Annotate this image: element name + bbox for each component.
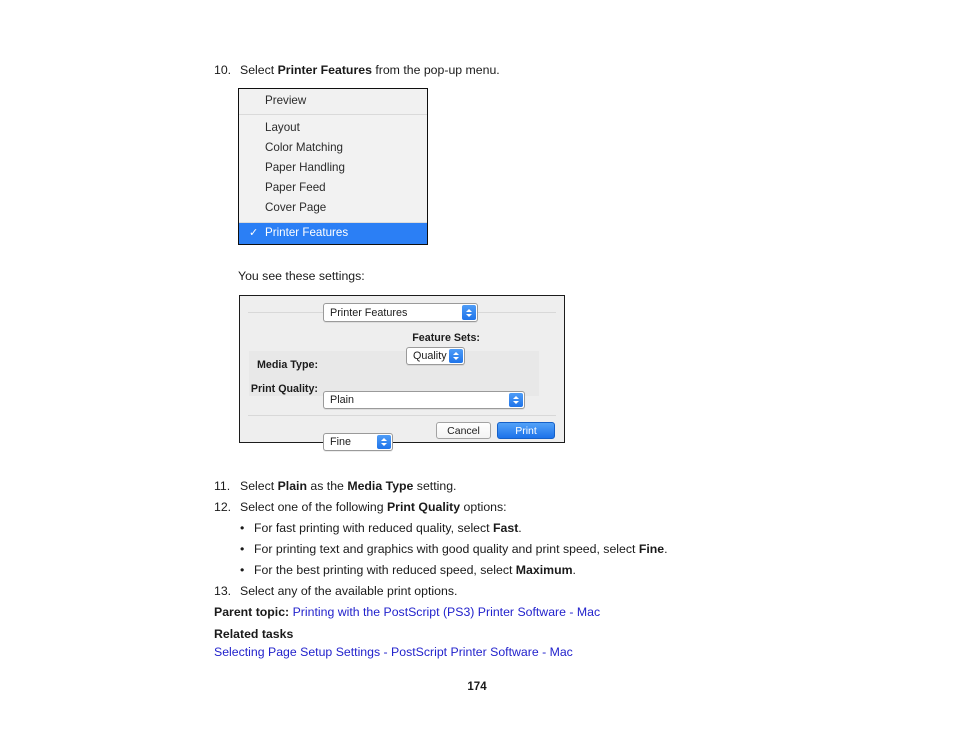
bullet-0-text-pre: For fast printing with reduced quality, … [254, 521, 493, 535]
bullet-icon: • [240, 542, 245, 556]
menu-item-paper-feed[interactable]: Paper Feed [239, 178, 427, 198]
bullet-0-text-post: . [518, 521, 522, 535]
chevron-updown-icon[interactable] [449, 349, 463, 363]
step-10: 10. Select Printer Features from the pop-… [214, 62, 500, 78]
feature-sets-label: Feature Sets: [412, 332, 480, 344]
list-item: • For the best printing with reduced spee… [240, 562, 576, 578]
bullet-1-text-pre: For printing text and graphics with good… [254, 542, 639, 556]
settings-intro-text: You see these settings: [238, 269, 365, 283]
media-type-popup-button[interactable]: Plain [323, 391, 525, 409]
step-12-text-pre: Select one of the following [240, 500, 387, 514]
step-12: 12. Select one of the following Print Qua… [214, 499, 507, 515]
media-type-label: Media Type: [257, 359, 318, 371]
menu-item-preview-label: Preview [265, 94, 307, 107]
step-10-text-pre: Select [240, 63, 278, 77]
menu-item-printer-features[interactable]: ✓ Printer Features [239, 223, 427, 244]
menu-group-panes: Layout Color Matching Paper Handling Pap… [239, 115, 427, 223]
related-task-item: Selecting Page Setup Settings - PostScri… [214, 644, 573, 660]
step-11-text-mid: as the [306, 479, 348, 493]
related-tasks-heading: Related tasks [214, 626, 293, 642]
parent-topic-link[interactable]: Printing with the PostScript (PS3) Print… [293, 605, 601, 619]
step-11-bold-media-type: Media Type [347, 479, 414, 493]
print-quality-label: Print Quality: [250, 383, 318, 395]
print-quality-value: Fine [330, 436, 352, 448]
related-tasks-label: Related tasks [214, 627, 294, 641]
print-button[interactable]: Print [497, 422, 555, 439]
pane-popup-button[interactable]: Printer Features [323, 303, 478, 322]
bullet-icon: • [240, 521, 245, 535]
menu-item-color-matching[interactable]: Color Matching [239, 138, 427, 158]
bullet-0-bold: Fast [493, 521, 519, 535]
step-12-text-post: options: [460, 500, 507, 514]
bullet-1-text-post: . [664, 542, 668, 556]
step-11-number: 11. [214, 479, 231, 493]
step-10-text-post: from the pop-up menu. [371, 63, 500, 77]
step-11-bold-plain: Plain [277, 479, 307, 493]
chevron-updown-icon[interactable] [377, 435, 391, 449]
list-item: • For printing text and graphics with goo… [240, 541, 668, 557]
printer-features-popup-menu[interactable]: Preview Layout Color Matching Paper Hand… [238, 88, 428, 245]
bullet-2-bold: Maximum [515, 563, 573, 577]
menu-item-cover-page-label: Cover Page [265, 201, 327, 214]
menu-item-layout[interactable]: Layout [239, 118, 427, 138]
bullet-2-text-post: . [572, 563, 576, 577]
step-10-number: 10. [214, 63, 232, 77]
step-11-text-post: setting. [413, 479, 457, 493]
page-number: 174 [467, 681, 487, 693]
step-12-number: 12. [214, 500, 232, 514]
feature-sets-value: Quality [413, 350, 447, 362]
step-13-number: 13. [214, 584, 232, 598]
media-type-value: Plain [330, 394, 355, 406]
checkmark-icon: ✓ [249, 227, 259, 239]
print-dialog: Printer Features Feature Sets: Quality M… [239, 295, 565, 451]
step-13-text: Select any of the available print option… [240, 584, 458, 598]
parent-topic-label: Parent topic: [214, 605, 290, 619]
step-12-bold: Print Quality [386, 500, 461, 514]
bullet-1-bold: Fine [638, 542, 665, 556]
step-11: 11. Select Plain as the Media Type settin… [214, 478, 456, 494]
dialog-bottom-divider [248, 415, 556, 416]
menu-item-printer-features-label: Printer Features [265, 226, 349, 239]
chevron-updown-icon[interactable] [462, 305, 476, 320]
menu-item-cover-page[interactable]: Cover Page [239, 198, 427, 218]
bullet-2-text-pre: For the best printing with reduced speed… [254, 563, 516, 577]
menu-item-layout-label: Layout [265, 121, 300, 134]
step-13: 13. Select any of the available print opt… [214, 583, 457, 599]
bullet-icon: • [240, 563, 245, 577]
chevron-updown-icon[interactable] [509, 393, 523, 407]
menu-item-preview[interactable]: Preview [239, 89, 427, 115]
list-item: • For fast printing with reduced quality,… [240, 520, 522, 536]
related-task-link[interactable]: Selecting Page Setup Settings - PostScri… [214, 645, 573, 659]
parent-topic: Parent topic: Printing with the PostScri… [214, 604, 600, 620]
menu-item-paper-handling-label: Paper Handling [265, 161, 345, 174]
print-quality-popup-button[interactable]: Fine [323, 433, 393, 451]
menu-item-paper-feed-label: Paper Feed [265, 181, 326, 194]
menu-item-paper-handling[interactable]: Paper Handling [239, 158, 427, 178]
step-10-bold: Printer Features [277, 63, 372, 77]
step-11-text-pre: Select [240, 479, 278, 493]
menu-item-color-matching-label: Color Matching [265, 141, 343, 154]
pane-popup-value: Printer Features [330, 306, 408, 319]
document-page: 10. Select Printer Features from the pop-… [0, 0, 954, 738]
cancel-button[interactable]: Cancel [436, 422, 491, 439]
feature-sets-popup-button[interactable]: Quality [406, 347, 465, 365]
